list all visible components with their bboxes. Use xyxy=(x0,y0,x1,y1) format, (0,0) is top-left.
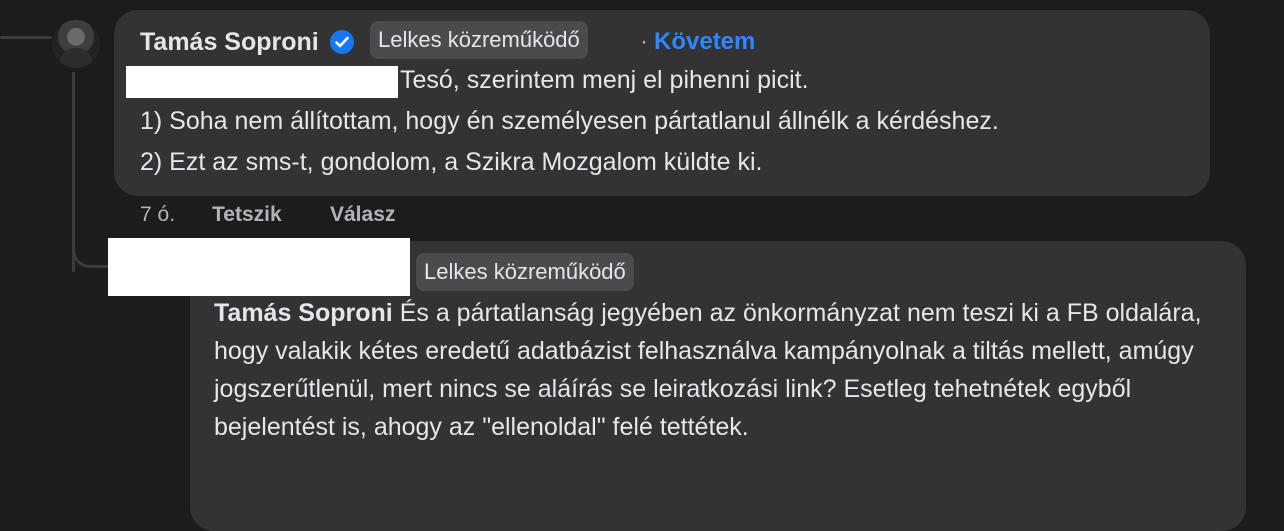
comment-line-1: Tesó, szerintem menj el pihenni picit. xyxy=(400,66,809,94)
comment-timestamp[interactable]: 7 ó. xyxy=(140,203,175,227)
verified-badge-icon xyxy=(330,30,354,54)
comment-line-3: 2) Ezt az sms-t, gondolom, a Szikra Mozg… xyxy=(140,148,763,176)
comment-author[interactable]: Tamás Soproni xyxy=(140,28,319,57)
reply-button[interactable]: Válasz xyxy=(330,203,395,227)
redacted-author xyxy=(108,238,410,296)
reply-contributor-badge: Lelkes közreműködő xyxy=(416,253,634,291)
reply-mention[interactable]: Tamás Soproni xyxy=(214,299,393,327)
separator-dot: · xyxy=(640,28,648,55)
contributor-badge: Lelkes közreműködő xyxy=(370,21,588,59)
avatar[interactable] xyxy=(52,20,100,68)
follow-button[interactable]: Követem xyxy=(654,28,755,56)
reply-connector xyxy=(72,220,112,268)
reply-text: Tamás Soproni És a pártatlanság jegyében… xyxy=(214,294,1224,446)
thread-connector xyxy=(0,36,52,39)
like-button[interactable]: Tetszik xyxy=(212,203,282,227)
comment-line-2: 1) Soha nem állítottam, hogy én személye… xyxy=(140,107,999,135)
redacted-mention xyxy=(126,66,398,98)
